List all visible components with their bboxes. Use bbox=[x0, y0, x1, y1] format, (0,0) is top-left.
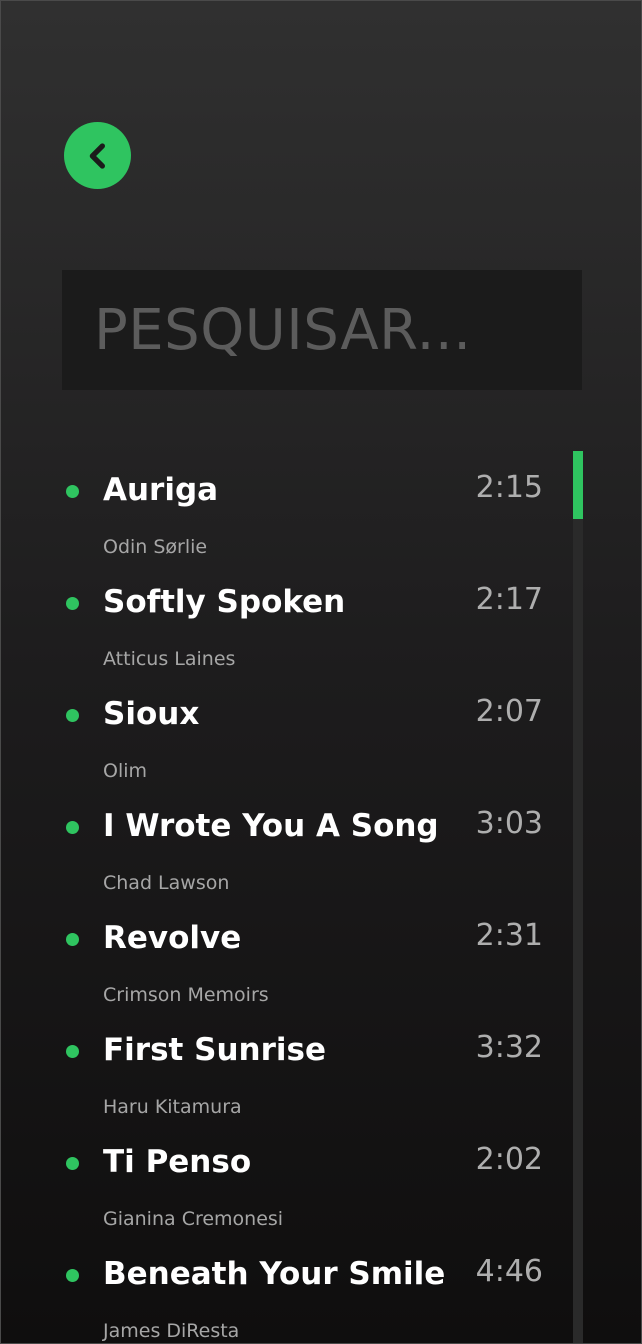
search-input[interactable] bbox=[62, 270, 582, 390]
track-artist: Chad Lawson bbox=[103, 872, 230, 894]
bullet-dot-icon bbox=[66, 485, 79, 498]
bullet-dot-icon bbox=[66, 1045, 79, 1058]
track-duration: 2:02 bbox=[475, 1142, 543, 1177]
bullet-dot-icon bbox=[66, 709, 79, 722]
track-title: Sioux bbox=[103, 696, 200, 732]
track-duration: 2:07 bbox=[475, 694, 543, 729]
bullet-dot-icon bbox=[66, 933, 79, 946]
track-artist: Odin Sørlie bbox=[103, 536, 208, 558]
track-artist: Olim bbox=[103, 760, 148, 782]
track-title: Beneath Your Smile bbox=[103, 1256, 446, 1292]
scrollbar-thumb[interactable] bbox=[573, 451, 583, 519]
track-duration: 4:46 bbox=[475, 1254, 543, 1289]
track-artist: James DiResta bbox=[103, 1320, 240, 1342]
track-title: Ti Penso bbox=[103, 1144, 252, 1180]
bullet-dot-icon bbox=[66, 821, 79, 834]
track-artist: Gianina Cremonesi bbox=[103, 1208, 284, 1230]
track-item[interactable]: Revolve 2:31 Crimson Memoirs bbox=[1, 899, 571, 1011]
music-panel: Auriga 2:15 Odin Sørlie Softly Spoken 2:… bbox=[0, 0, 642, 1344]
track-item[interactable]: Ti Penso 2:02 Gianina Cremonesi bbox=[1, 1123, 571, 1235]
scrollbar[interactable] bbox=[573, 451, 583, 1343]
track-title: First Sunrise bbox=[103, 1032, 327, 1068]
track-title: I Wrote You A Song bbox=[103, 808, 439, 844]
track-list: Auriga 2:15 Odin Sørlie Softly Spoken 2:… bbox=[1, 451, 571, 1343]
track-title: Revolve bbox=[103, 920, 242, 956]
track-item[interactable]: Softly Spoken 2:17 Atticus Laines bbox=[1, 563, 571, 675]
chevron-left-icon bbox=[83, 141, 113, 171]
track-duration: 2:17 bbox=[475, 582, 543, 617]
track-item[interactable]: Auriga 2:15 Odin Sørlie bbox=[1, 451, 571, 563]
bullet-dot-icon bbox=[66, 597, 79, 610]
search-box bbox=[62, 270, 582, 390]
track-artist: Atticus Laines bbox=[103, 648, 236, 670]
track-artist: Haru Kitamura bbox=[103, 1096, 242, 1118]
track-item[interactable]: First Sunrise 3:32 Haru Kitamura bbox=[1, 1011, 571, 1123]
track-duration: 2:31 bbox=[475, 918, 543, 953]
bullet-dot-icon bbox=[66, 1157, 79, 1170]
track-title: Softly Spoken bbox=[103, 584, 346, 620]
track-title: Auriga bbox=[103, 472, 219, 508]
track-duration: 3:32 bbox=[475, 1030, 543, 1065]
bullet-dot-icon bbox=[66, 1269, 79, 1282]
track-item[interactable]: I Wrote You A Song 3:03 Chad Lawson bbox=[1, 787, 571, 899]
track-item[interactable]: Sioux 2:07 Olim bbox=[1, 675, 571, 787]
back-button[interactable] bbox=[64, 122, 131, 189]
track-duration: 3:03 bbox=[475, 806, 543, 841]
track-duration: 2:15 bbox=[475, 470, 543, 505]
track-item[interactable]: Beneath Your Smile 4:46 James DiResta bbox=[1, 1235, 571, 1343]
track-artist: Crimson Memoirs bbox=[103, 984, 269, 1006]
